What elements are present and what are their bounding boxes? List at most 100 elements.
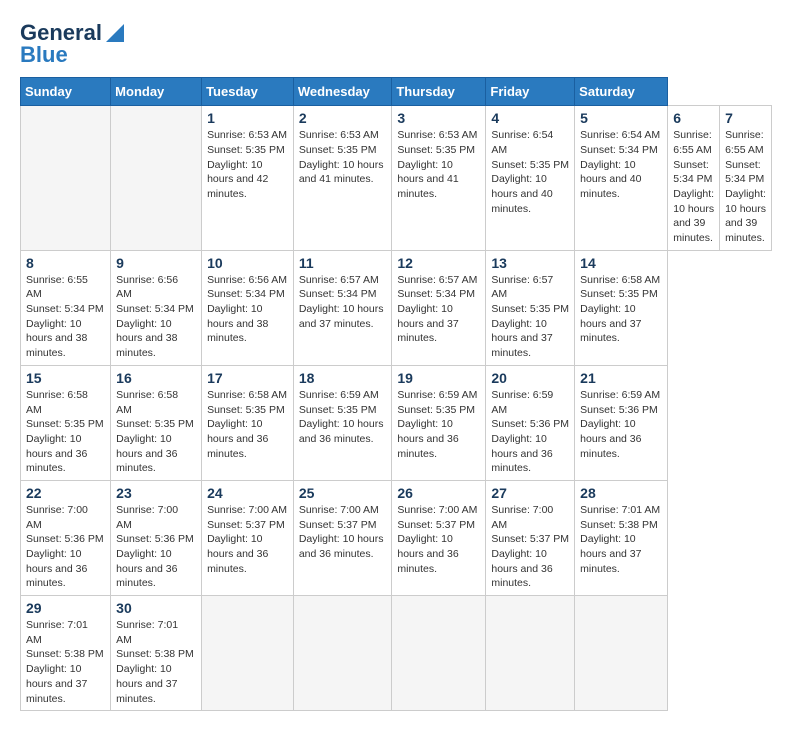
calendar-day-cell: 12 Sunrise: 6:57 AM Sunset: 5:34 PM Dayl…	[392, 250, 486, 365]
day-number: 18	[299, 370, 387, 386]
weekday-header-saturday: Saturday	[575, 78, 668, 106]
calendar-week-row: 22 Sunrise: 7:00 AM Sunset: 5:36 PM Dayl…	[21, 480, 772, 595]
day-info: Sunrise: 7:01 AM Sunset: 5:38 PM Dayligh…	[26, 618, 105, 706]
day-info: Sunrise: 6:53 AM Sunset: 5:35 PM Dayligh…	[207, 128, 288, 201]
day-number: 20	[491, 370, 569, 386]
calendar-day-cell: 17 Sunrise: 6:58 AM Sunset: 5:35 PM Dayl…	[202, 365, 294, 480]
day-info: Sunrise: 6:58 AM Sunset: 5:35 PM Dayligh…	[580, 273, 662, 346]
logo: General Blue	[20, 20, 124, 67]
weekday-header-tuesday: Tuesday	[202, 78, 294, 106]
weekday-header-friday: Friday	[486, 78, 575, 106]
calendar-day-cell: 20 Sunrise: 6:59 AM Sunset: 5:36 PM Dayl…	[486, 365, 575, 480]
day-number: 29	[26, 600, 105, 616]
day-number: 12	[397, 255, 480, 271]
day-number: 1	[207, 110, 288, 126]
calendar-day-cell: 8 Sunrise: 6:55 AM Sunset: 5:34 PM Dayli…	[21, 250, 111, 365]
day-info: Sunrise: 6:53 AM Sunset: 5:35 PM Dayligh…	[397, 128, 480, 201]
weekday-header-wednesday: Wednesday	[293, 78, 392, 106]
calendar-day-cell: 5 Sunrise: 6:54 AM Sunset: 5:34 PM Dayli…	[575, 106, 668, 251]
day-number: 17	[207, 370, 288, 386]
calendar-day-cell	[293, 596, 392, 711]
calendar-day-cell: 7 Sunrise: 6:55 AM Sunset: 5:34 PM Dayli…	[720, 106, 772, 251]
day-info: Sunrise: 6:56 AM Sunset: 5:34 PM Dayligh…	[207, 273, 288, 346]
empty-cell	[111, 106, 202, 251]
day-info: Sunrise: 6:54 AM Sunset: 5:35 PM Dayligh…	[491, 128, 569, 216]
weekday-header-sunday: Sunday	[21, 78, 111, 106]
day-number: 5	[580, 110, 662, 126]
calendar-day-cell: 3 Sunrise: 6:53 AM Sunset: 5:35 PM Dayli…	[392, 106, 486, 251]
day-info: Sunrise: 7:00 AM Sunset: 5:36 PM Dayligh…	[26, 503, 105, 591]
day-number: 15	[26, 370, 105, 386]
day-number: 16	[116, 370, 196, 386]
calendar-day-cell: 10 Sunrise: 6:56 AM Sunset: 5:34 PM Dayl…	[202, 250, 294, 365]
calendar-day-cell: 24 Sunrise: 7:00 AM Sunset: 5:37 PM Dayl…	[202, 480, 294, 595]
calendar-day-cell: 6 Sunrise: 6:55 AM Sunset: 5:34 PM Dayli…	[668, 106, 720, 251]
calendar-day-cell	[202, 596, 294, 711]
calendar-day-cell: 29 Sunrise: 7:01 AM Sunset: 5:38 PM Dayl…	[21, 596, 111, 711]
day-number: 2	[299, 110, 387, 126]
calendar-day-cell: 9 Sunrise: 6:56 AM Sunset: 5:34 PM Dayli…	[111, 250, 202, 365]
day-info: Sunrise: 7:00 AM Sunset: 5:36 PM Dayligh…	[116, 503, 196, 591]
day-info: Sunrise: 6:59 AM Sunset: 5:36 PM Dayligh…	[580, 388, 662, 461]
day-number: 23	[116, 485, 196, 501]
day-info: Sunrise: 7:01 AM Sunset: 5:38 PM Dayligh…	[580, 503, 662, 576]
calendar-day-cell: 2 Sunrise: 6:53 AM Sunset: 5:35 PM Dayli…	[293, 106, 392, 251]
calendar-day-cell: 11 Sunrise: 6:57 AM Sunset: 5:34 PM Dayl…	[293, 250, 392, 365]
weekday-header-thursday: Thursday	[392, 78, 486, 106]
day-info: Sunrise: 7:00 AM Sunset: 5:37 PM Dayligh…	[207, 503, 288, 576]
day-number: 4	[491, 110, 569, 126]
calendar-day-cell: 21 Sunrise: 6:59 AM Sunset: 5:36 PM Dayl…	[575, 365, 668, 480]
logo-text-blue: Blue	[20, 43, 68, 67]
calendar-table: SundayMondayTuesdayWednesdayThursdayFrid…	[20, 77, 772, 711]
day-info: Sunrise: 6:56 AM Sunset: 5:34 PM Dayligh…	[116, 273, 196, 361]
calendar-day-cell: 1 Sunrise: 6:53 AM Sunset: 5:35 PM Dayli…	[202, 106, 294, 251]
calendar-week-row: 29 Sunrise: 7:01 AM Sunset: 5:38 PM Dayl…	[21, 596, 772, 711]
calendar-day-cell: 22 Sunrise: 7:00 AM Sunset: 5:36 PM Dayl…	[21, 480, 111, 595]
day-info: Sunrise: 6:55 AM Sunset: 5:34 PM Dayligh…	[725, 128, 766, 246]
day-info: Sunrise: 6:55 AM Sunset: 5:34 PM Dayligh…	[26, 273, 105, 361]
logo-triangle-icon	[106, 24, 124, 42]
calendar-day-cell	[392, 596, 486, 711]
day-info: Sunrise: 6:58 AM Sunset: 5:35 PM Dayligh…	[26, 388, 105, 476]
day-info: Sunrise: 7:01 AM Sunset: 5:38 PM Dayligh…	[116, 618, 196, 706]
day-number: 22	[26, 485, 105, 501]
day-info: Sunrise: 6:57 AM Sunset: 5:34 PM Dayligh…	[299, 273, 387, 332]
calendar-day-cell: 18 Sunrise: 6:59 AM Sunset: 5:35 PM Dayl…	[293, 365, 392, 480]
day-info: Sunrise: 6:59 AM Sunset: 5:36 PM Dayligh…	[491, 388, 569, 476]
day-info: Sunrise: 6:58 AM Sunset: 5:35 PM Dayligh…	[207, 388, 288, 461]
day-number: 14	[580, 255, 662, 271]
weekday-header-row: SundayMondayTuesdayWednesdayThursdayFrid…	[21, 78, 772, 106]
day-info: Sunrise: 6:58 AM Sunset: 5:35 PM Dayligh…	[116, 388, 196, 476]
day-number: 11	[299, 255, 387, 271]
calendar-day-cell: 27 Sunrise: 7:00 AM Sunset: 5:37 PM Dayl…	[486, 480, 575, 595]
calendar-day-cell: 23 Sunrise: 7:00 AM Sunset: 5:36 PM Dayl…	[111, 480, 202, 595]
calendar-week-row: 1 Sunrise: 6:53 AM Sunset: 5:35 PM Dayli…	[21, 106, 772, 251]
day-number: 9	[116, 255, 196, 271]
calendar-day-cell	[575, 596, 668, 711]
calendar-week-row: 8 Sunrise: 6:55 AM Sunset: 5:34 PM Dayli…	[21, 250, 772, 365]
page-header: General Blue	[20, 20, 772, 67]
day-number: 3	[397, 110, 480, 126]
calendar-day-cell: 15 Sunrise: 6:58 AM Sunset: 5:35 PM Dayl…	[21, 365, 111, 480]
day-info: Sunrise: 7:00 AM Sunset: 5:37 PM Dayligh…	[491, 503, 569, 591]
day-number: 28	[580, 485, 662, 501]
calendar-day-cell: 28 Sunrise: 7:01 AM Sunset: 5:38 PM Dayl…	[575, 480, 668, 595]
day-info: Sunrise: 6:57 AM Sunset: 5:34 PM Dayligh…	[397, 273, 480, 346]
day-number: 30	[116, 600, 196, 616]
day-info: Sunrise: 6:59 AM Sunset: 5:35 PM Dayligh…	[397, 388, 480, 461]
calendar-day-cell: 14 Sunrise: 6:58 AM Sunset: 5:35 PM Dayl…	[575, 250, 668, 365]
calendar-day-cell: 13 Sunrise: 6:57 AM Sunset: 5:35 PM Dayl…	[486, 250, 575, 365]
calendar-day-cell: 4 Sunrise: 6:54 AM Sunset: 5:35 PM Dayli…	[486, 106, 575, 251]
calendar-day-cell: 30 Sunrise: 7:01 AM Sunset: 5:38 PM Dayl…	[111, 596, 202, 711]
day-info: Sunrise: 6:59 AM Sunset: 5:35 PM Dayligh…	[299, 388, 387, 447]
day-info: Sunrise: 6:57 AM Sunset: 5:35 PM Dayligh…	[491, 273, 569, 361]
day-number: 8	[26, 255, 105, 271]
weekday-header-monday: Monday	[111, 78, 202, 106]
day-number: 7	[725, 110, 766, 126]
calendar-week-row: 15 Sunrise: 6:58 AM Sunset: 5:35 PM Dayl…	[21, 365, 772, 480]
day-info: Sunrise: 6:53 AM Sunset: 5:35 PM Dayligh…	[299, 128, 387, 187]
empty-cell	[21, 106, 111, 251]
day-number: 13	[491, 255, 569, 271]
day-info: Sunrise: 7:00 AM Sunset: 5:37 PM Dayligh…	[299, 503, 387, 562]
calendar-day-cell: 26 Sunrise: 7:00 AM Sunset: 5:37 PM Dayl…	[392, 480, 486, 595]
